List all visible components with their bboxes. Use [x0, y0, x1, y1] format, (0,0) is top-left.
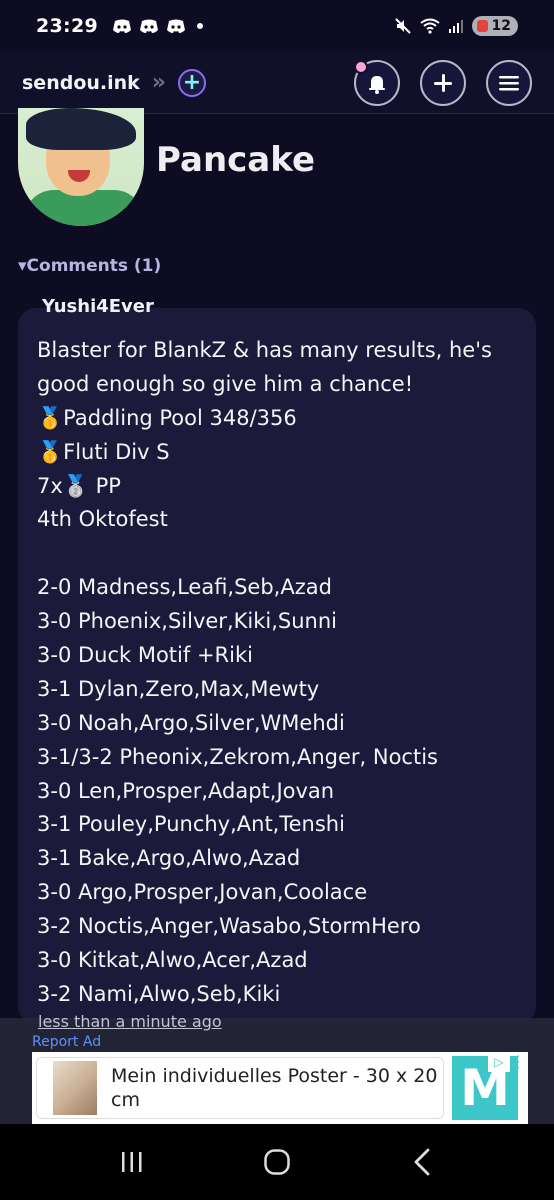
ad-content[interactable]: Mein individuelles Poster - 30 x 20 cm: [36, 1057, 444, 1119]
plus-tier-icon[interactable]: +: [178, 68, 207, 97]
discord-icon: [112, 19, 131, 33]
comment-line: 3-0 Argo,Prosper,Jovan,Coolace: [37, 880, 368, 905]
signal-icon: [448, 20, 463, 33]
home-icon: [264, 1149, 290, 1175]
recent-apps-icon: [122, 1152, 142, 1172]
home-button[interactable]: [247, 1132, 307, 1192]
comment-line: 3-0 Phoenix,Silver,Kiki,Sunni: [37, 609, 337, 634]
comment-line: Blaster for BlankZ & has many results, h…: [37, 338, 492, 362]
app-header: sendou.ink » +: [0, 52, 554, 114]
avatar-hair: [26, 108, 136, 150]
battery-indicator: 12: [471, 16, 518, 36]
site-name-link[interactable]: sendou.ink: [22, 72, 140, 94]
system-nav-bar: [0, 1124, 554, 1200]
comment-line: 2-0 Madness,Leafi,Seb,Azad: [37, 575, 332, 600]
ad-banner[interactable]: Mein individuelles Poster - 30 x 20 cm M…: [32, 1052, 528, 1124]
status-time: 23:29: [36, 15, 98, 37]
ad-thumbnail: [53, 1061, 97, 1115]
comments-toggle[interactable]: ▾Comments (1): [18, 256, 161, 276]
comment-line: [37, 537, 518, 571]
unread-notification-dot: [354, 59, 368, 74]
add-button[interactable]: [420, 59, 466, 106]
bell-icon: [369, 75, 385, 94]
menu-icon: [499, 75, 519, 90]
more-notifications-dot: [196, 23, 203, 29]
status-bar: 23:29 12: [0, 0, 554, 52]
header-buttons: [354, 59, 532, 106]
back-icon: [414, 1148, 430, 1176]
comment-line: 3-2 Noctis,Anger,Wasabo,StormHero: [37, 914, 421, 939]
recent-apps-button[interactable]: [102, 1132, 162, 1192]
comment-line: 🥇Fluti Div S: [37, 439, 170, 464]
report-ad-link[interactable]: Report Ad: [32, 1034, 101, 1050]
breadcrumb-separator: »: [151, 70, 167, 95]
comment-line: 3-1 Pouley,Punchy,Ant,Tenshi: [37, 812, 345, 837]
notification-icons: [112, 19, 203, 34]
comment-line: 3-0 Duck Motif +Riki: [37, 643, 253, 668]
comment-line: 3-0 Len,Prosper,Adapt,Jovan: [37, 778, 335, 803]
ad-more-icon[interactable]: ⋮: [510, 1052, 526, 1072]
comment-line: 4th Oktofest: [37, 507, 168, 532]
comment-line: 3-0 Kitkat,Alwo,Acer,Azad: [37, 948, 308, 973]
comment-line: 🥇Paddling Pool 348/356: [37, 405, 297, 430]
notifications-button[interactable]: [354, 59, 400, 106]
comment-line: 3-2 Nami,Alwo,Seb,Kiki: [37, 981, 281, 1006]
menu-button[interactable]: [486, 59, 532, 106]
ad-choices-icon[interactable]: ▷: [488, 1052, 510, 1072]
comment-line: 3-0 Noah,Argo,Silver,WMehdi: [37, 710, 345, 735]
discord-icon: [166, 19, 185, 33]
wifi-icon: [419, 18, 440, 34]
comment-line: 3-1/3-2 Pheonix,Zekrom,Anger, Noctis: [37, 744, 438, 769]
discord-icon: [139, 19, 158, 33]
comment-line: good enough so give him a chance!: [37, 371, 414, 396]
plus-icon: [434, 73, 452, 92]
avatar: [18, 108, 144, 226]
comment-line: 3-1 Dylan,Zero,Max,Mewty: [37, 676, 320, 701]
profile-name: Pancake: [156, 140, 316, 180]
comment-author[interactable]: Yushi4Ever: [42, 296, 154, 317]
comment-card: Blaster for BlankZ & has many results, h…: [18, 308, 536, 1024]
ad-text: Mein individuelles Poster - 30 x 20 cm: [111, 1065, 438, 1111]
mute-icon: [394, 18, 411, 34]
back-button[interactable]: [392, 1132, 452, 1192]
comment-line: 3-1 Bake,Argo,Alwo,Azad: [37, 846, 301, 871]
comment-line: 7x🥈 PP: [37, 473, 121, 498]
status-right-icons: 12: [394, 16, 518, 36]
comment-timestamp[interactable]: less than a minute ago: [38, 1012, 222, 1031]
